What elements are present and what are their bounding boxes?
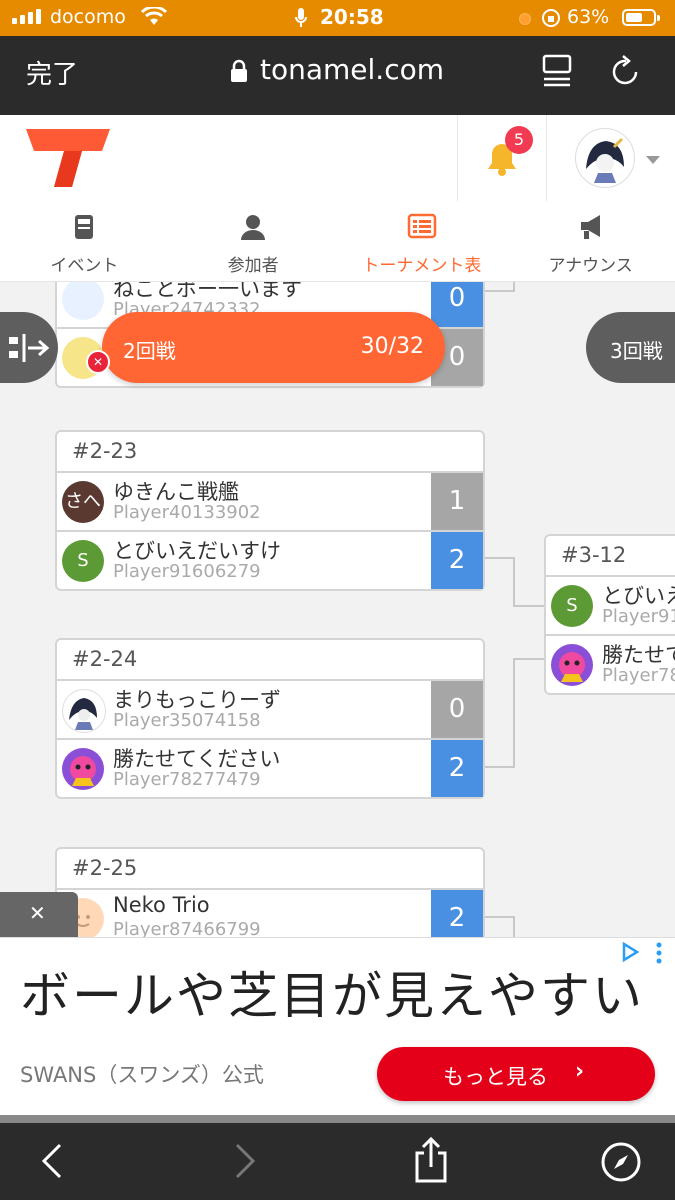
bracket-connector (485, 557, 515, 607)
status-bar: docomo 20:58 63% (0, 0, 675, 36)
player-id: Player91 (602, 606, 675, 627)
forward-icon[interactable] (233, 1141, 257, 1181)
reader-icon[interactable] (542, 54, 572, 88)
participants-icon (241, 215, 266, 240)
tab-participants-label: 参加者 (227, 256, 279, 276)
event-icon (75, 215, 94, 239)
player-score: 2 (431, 532, 483, 589)
ad-cta-label: もっと見る (443, 1065, 548, 1089)
chevron-right-icon: › (575, 1059, 585, 1084)
adchoices-icon[interactable] (620, 942, 640, 962)
ad-close-button[interactable]: ✕ (0, 892, 78, 937)
match-row[interactable]: 勝たせてください Player78277479 2 (57, 740, 483, 797)
player-id: Player78 (602, 665, 675, 686)
bracket-connector (485, 658, 515, 768)
megaphone-icon (580, 215, 600, 239)
player-score: 2 (431, 890, 483, 937)
match-code: #3-12 (546, 536, 675, 577)
eliminated-badge-icon: ✕ (86, 350, 110, 374)
player-avatar: S (62, 540, 104, 582)
tab-event[interactable]: イベント (0, 201, 169, 281)
match-card[interactable]: #2-25 Neko Trio Player87466799 2 (55, 847, 485, 937)
player-id: Player87466799 (113, 919, 261, 937)
location-dot-icon (519, 13, 531, 25)
match-card-next-round[interactable]: #3-12 S とびいえ Player91 勝たせて Player78 (544, 534, 675, 695)
notification-badge: 5 (505, 126, 533, 154)
next-round-label: 3回戦 (610, 339, 663, 363)
player-avatar: さへ (62, 481, 104, 523)
bracket-connector (485, 282, 515, 292)
round-label: 2回戦 (123, 339, 176, 363)
ad-sponsor[interactable]: SWANS（スワンズ）公式 (20, 1059, 264, 1089)
player-id: Player40133902 (113, 502, 261, 523)
tab-event-label: イベント (50, 256, 119, 276)
battery-percent: 63% (567, 6, 610, 28)
player-score: 0 (431, 681, 483, 738)
user-avatar[interactable] (575, 128, 635, 188)
match-card[interactable]: #2-24 まりもっこりーず Player35074158 0 勝たせてください… (55, 638, 485, 799)
match-row[interactable]: まりもっこりーず Player35074158 0 (57, 681, 483, 740)
carrier-label: docomo (50, 6, 126, 28)
share-icon[interactable] (413, 1137, 449, 1183)
bracket-connector (513, 605, 544, 607)
close-icon: ✕ (29, 901, 46, 925)
match-row[interactable]: Neko Trio Player87466799 2 (57, 890, 483, 937)
signal-icon (12, 9, 41, 24)
rotation-lock-icon (542, 9, 560, 27)
back-icon[interactable] (40, 1141, 64, 1181)
battery-icon (622, 9, 660, 26)
compass-icon[interactable] (600, 1141, 642, 1183)
microphone-icon (295, 8, 307, 27)
player-id: Player91606279 (113, 561, 261, 582)
match-row[interactable]: さへ ゆきんこ戦艦 Player40133902 1 (57, 473, 483, 532)
match-row[interactable]: S とびいえ Player91 (546, 577, 675, 636)
current-round-pill[interactable]: 2回戦 30/32 (102, 312, 445, 383)
collapse-left-icon (9, 334, 50, 362)
ad-bottom-strip (0, 1115, 675, 1123)
match-code: #2-23 (57, 432, 483, 473)
player-score: 1 (431, 473, 483, 530)
ad-cta-button[interactable]: もっと見る › (377, 1047, 655, 1101)
player-avatar (551, 644, 593, 686)
player-avatar (62, 689, 106, 733)
browser-bottom-toolbar (0, 1123, 675, 1200)
match-code: #2-24 (57, 640, 483, 681)
chevron-down-icon[interactable] (645, 155, 661, 165)
match-row[interactable]: 勝たせて Player78 (546, 636, 675, 693)
tab-announce-label: アナウンス (548, 256, 633, 276)
tab-bracket-label: トーナメント表 (362, 256, 482, 276)
bracket-icon (407, 213, 437, 239)
lock-icon (231, 59, 247, 82)
tonamel-logo[interactable] (24, 127, 112, 189)
ad-headline[interactable]: ボールや芝目が見えやすい (20, 956, 644, 1028)
next-round-button[interactable]: 3回戦 (586, 312, 675, 383)
player-name: Neko Trio (113, 893, 210, 917)
player-id: Player35074158 (113, 710, 261, 731)
done-button[interactable]: 完了 (26, 54, 78, 91)
bracket-connector (485, 916, 515, 937)
tab-bar: イベント 参加者 トーナメント表 アナウンス (0, 201, 675, 282)
bracket-connector (513, 658, 544, 660)
wifi-icon (141, 7, 167, 25)
player-avatar (62, 748, 104, 790)
match-code: #2-25 (57, 849, 483, 890)
site-header: 5 (0, 115, 675, 202)
reload-icon[interactable] (611, 54, 641, 88)
ad-banner[interactable]: ボールや芝目が見えやすい SWANS（スワンズ）公式 もっと見る › (0, 937, 675, 1116)
clock: 20:58 (320, 5, 384, 29)
round-progress: 30/32 (360, 334, 424, 359)
browser-top-bar: 完了 tonamel.com (0, 36, 675, 115)
match-card[interactable]: #2-23 さへ ゆきんこ戦艦 Player40133902 1 S とびいえだ… (55, 430, 485, 591)
tab-bracket[interactable]: トーナメント表 (338, 201, 507, 281)
tab-participants[interactable]: 参加者 (169, 201, 338, 281)
player-avatar: S (551, 585, 593, 627)
url-field[interactable]: tonamel.com (260, 53, 444, 86)
player-id: Player78277479 (113, 769, 261, 790)
tab-announce[interactable]: アナウンス (506, 201, 675, 281)
more-options-icon[interactable] (655, 942, 663, 964)
match-row[interactable]: S とびいえだいすけ Player91606279 2 (57, 532, 483, 589)
player-score: 2 (431, 740, 483, 797)
player-score: 0 (431, 282, 483, 327)
player-avatar (62, 282, 104, 320)
